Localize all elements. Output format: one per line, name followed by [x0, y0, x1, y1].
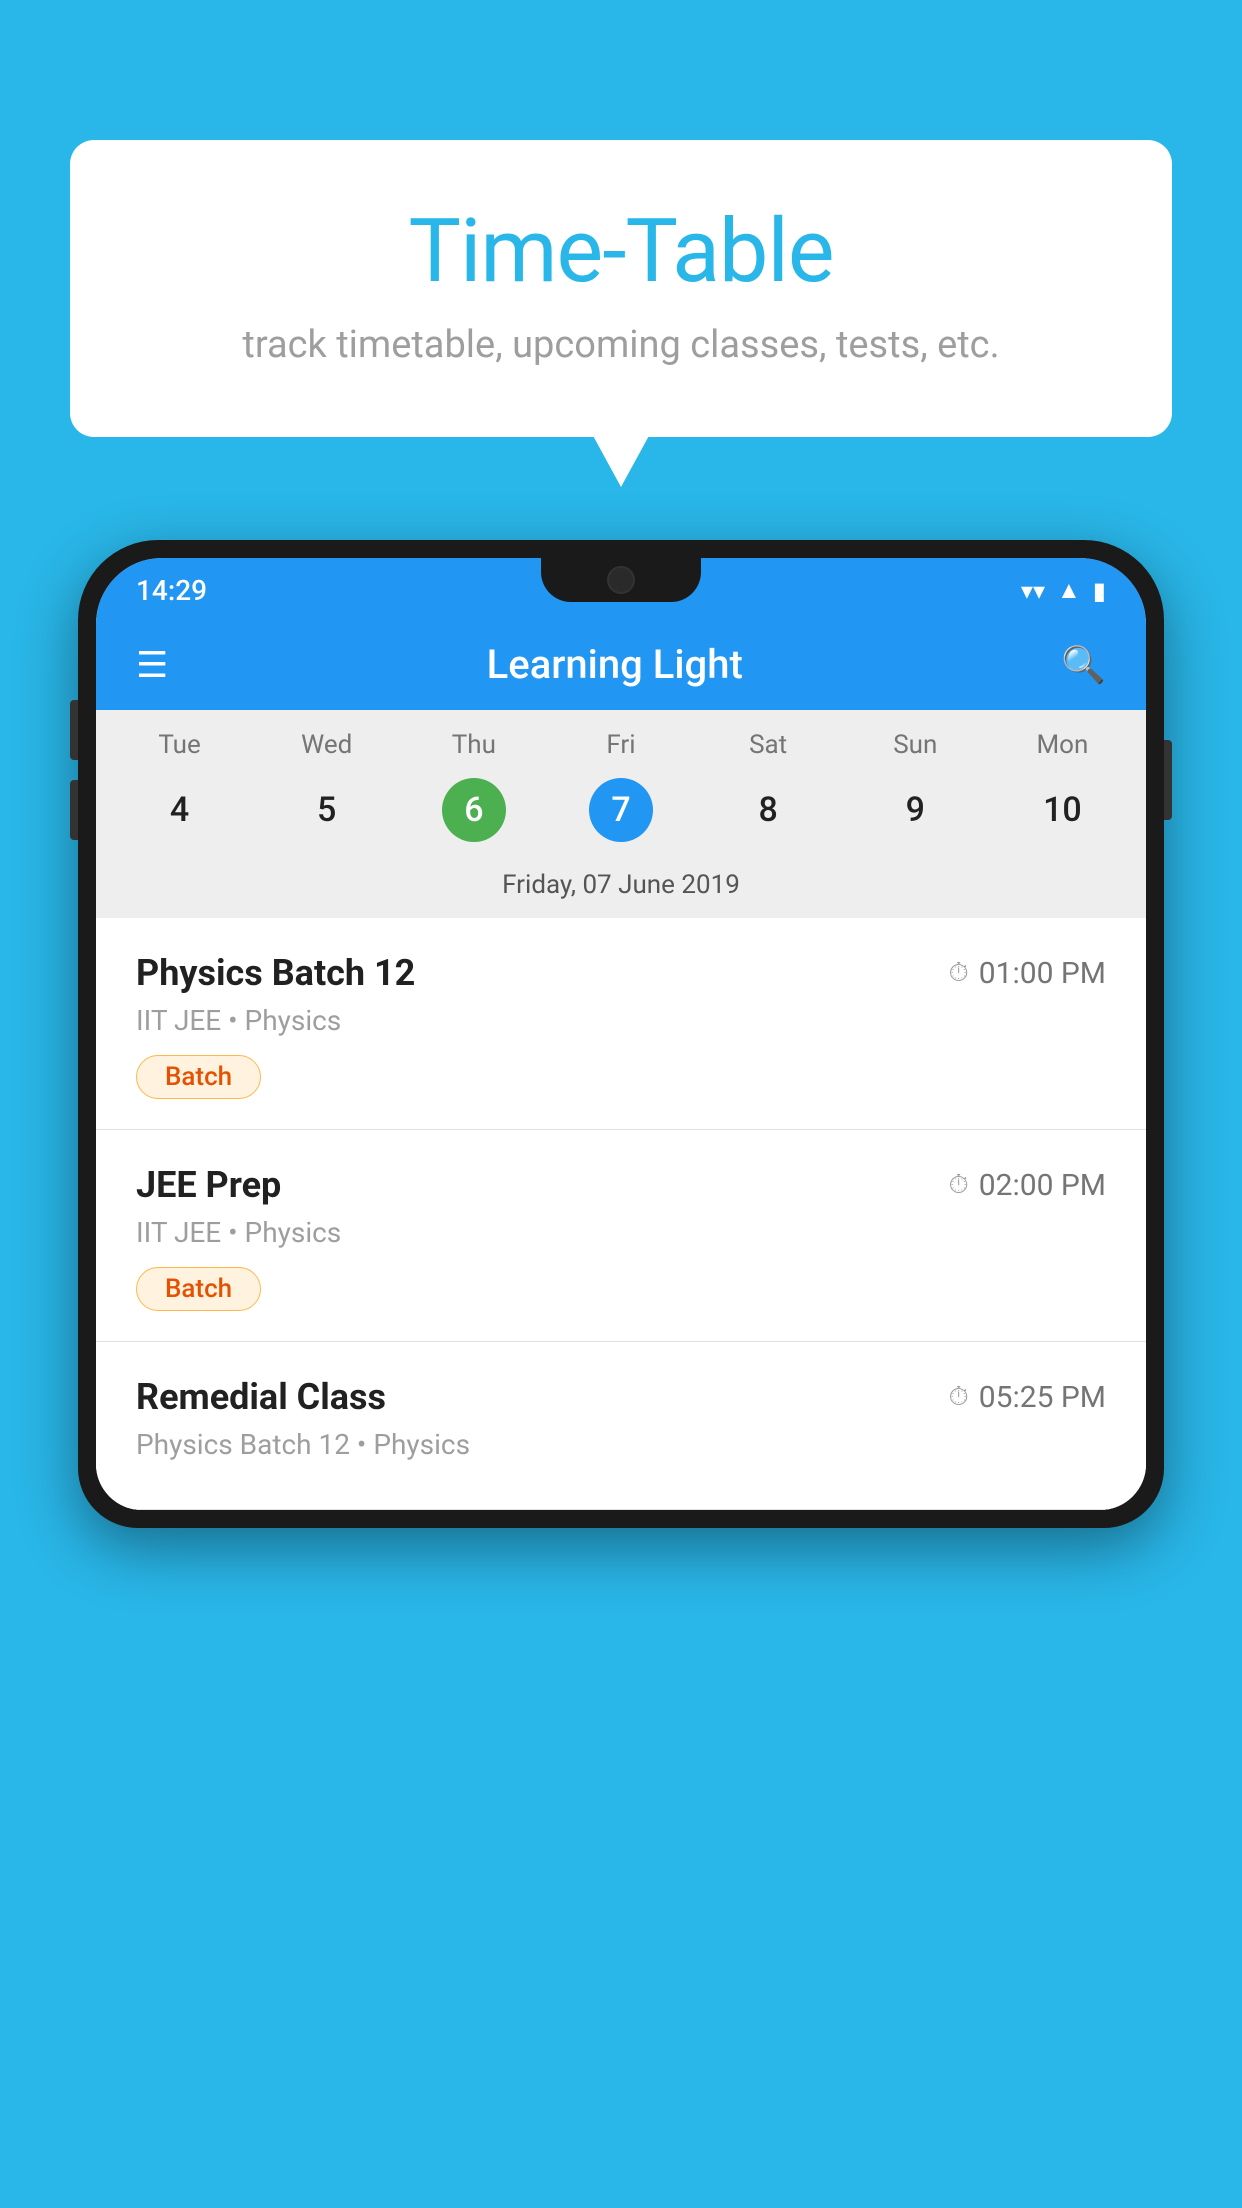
day-fri: Fri — [547, 730, 694, 760]
day-8[interactable]: 8 — [695, 776, 842, 844]
schedule-time-1: ⏱ 01:00 PM — [948, 956, 1106, 991]
bubble-title: Time-Table — [150, 200, 1092, 303]
day-7[interactable]: 7 — [547, 776, 694, 844]
schedule-item-3-header: Remedial Class ⏱ 05:25 PM — [136, 1376, 1106, 1418]
schedule-time-value-1: 01:00 PM — [979, 956, 1106, 991]
day-4[interactable]: 4 — [106, 776, 253, 844]
search-icon[interactable]: 🔍 — [1061, 644, 1106, 686]
schedule-title-3: Remedial Class — [136, 1376, 386, 1418]
day-mon: Mon — [989, 730, 1136, 760]
app-title: Learning Light — [487, 641, 743, 688]
app-header: ☰ Learning Light 🔍 — [96, 619, 1146, 710]
status-icons: ▾▾ ▲ ▮ — [1021, 576, 1106, 605]
speech-bubble-container: Time-Table track timetable, upcoming cla… — [70, 140, 1172, 437]
battery-icon: ▮ — [1093, 577, 1106, 605]
day-9[interactable]: 9 — [842, 776, 989, 844]
day-wed: Wed — [253, 730, 400, 760]
bubble-subtitle: track timetable, upcoming classes, tests… — [150, 323, 1092, 367]
phone-screen: 14:29 ▾▾ ▲ ▮ ☰ Learning Light 🔍 Tue Wed … — [96, 558, 1146, 1510]
volume-down-button — [70, 780, 78, 840]
schedule-list: Physics Batch 12 ⏱ 01:00 PM IIT JEE • Ph… — [96, 918, 1146, 1510]
schedule-title-2: JEE Prep — [136, 1164, 281, 1206]
schedule-subtitle-1: IIT JEE • Physics — [136, 1004, 1106, 1037]
day-sat: Sat — [695, 730, 842, 760]
day-tue: Tue — [106, 730, 253, 760]
status-time: 14:29 — [136, 574, 207, 607]
wifi-icon: ▾▾ — [1021, 577, 1045, 605]
day-6[interactable]: 6 — [400, 776, 547, 844]
schedule-time-2: ⏱ 02:00 PM — [948, 1168, 1106, 1203]
day-headers: Tue Wed Thu Fri Sat Sun Mon — [96, 710, 1146, 768]
schedule-time-3: ⏱ 05:25 PM — [948, 1380, 1106, 1415]
hamburger-icon[interactable]: ☰ — [136, 647, 168, 683]
schedule-item-2-header: JEE Prep ⏱ 02:00 PM — [136, 1164, 1106, 1206]
schedule-time-value-3: 05:25 PM — [979, 1380, 1106, 1415]
power-button — [1164, 740, 1172, 820]
phone-notch — [541, 558, 701, 602]
day-numbers: 4 5 6 7 8 9 10 — [96, 768, 1146, 860]
day-sun: Sun — [842, 730, 989, 760]
schedule-subtitle-3: Physics Batch 12 • Physics — [136, 1428, 1106, 1461]
day-5[interactable]: 5 — [253, 776, 400, 844]
phone-camera — [607, 566, 635, 594]
batch-badge-1: Batch — [136, 1055, 261, 1099]
schedule-item-1-header: Physics Batch 12 ⏱ 01:00 PM — [136, 952, 1106, 994]
clock-icon-3: ⏱ — [948, 1382, 968, 1413]
day-thu: Thu — [400, 730, 547, 760]
clock-icon-2: ⏱ — [948, 1170, 968, 1201]
schedule-item-1[interactable]: Physics Batch 12 ⏱ 01:00 PM IIT JEE • Ph… — [96, 918, 1146, 1130]
signal-icon: ▲ — [1057, 576, 1081, 605]
calendar-section: Tue Wed Thu Fri Sat Sun Mon 4 5 6 — [96, 710, 1146, 918]
schedule-item-2[interactable]: JEE Prep ⏱ 02:00 PM IIT JEE • Physics Ba… — [96, 1130, 1146, 1342]
schedule-item-3[interactable]: Remedial Class ⏱ 05:25 PM Physics Batch … — [96, 1342, 1146, 1510]
phone-container: 14:29 ▾▾ ▲ ▮ ☰ Learning Light 🔍 Tue Wed … — [78, 540, 1164, 2208]
selected-date: Friday, 07 June 2019 — [96, 860, 1146, 918]
day-10[interactable]: 10 — [989, 776, 1136, 844]
schedule-title-1: Physics Batch 12 — [136, 952, 415, 994]
clock-icon-1: ⏱ — [948, 958, 968, 989]
phone-outer: 14:29 ▾▾ ▲ ▮ ☰ Learning Light 🔍 Tue Wed … — [78, 540, 1164, 1528]
schedule-time-value-2: 02:00 PM — [979, 1168, 1106, 1203]
speech-bubble: Time-Table track timetable, upcoming cla… — [70, 140, 1172, 437]
schedule-subtitle-2: IIT JEE • Physics — [136, 1216, 1106, 1249]
volume-up-button — [70, 700, 78, 760]
batch-badge-2: Batch — [136, 1267, 261, 1311]
